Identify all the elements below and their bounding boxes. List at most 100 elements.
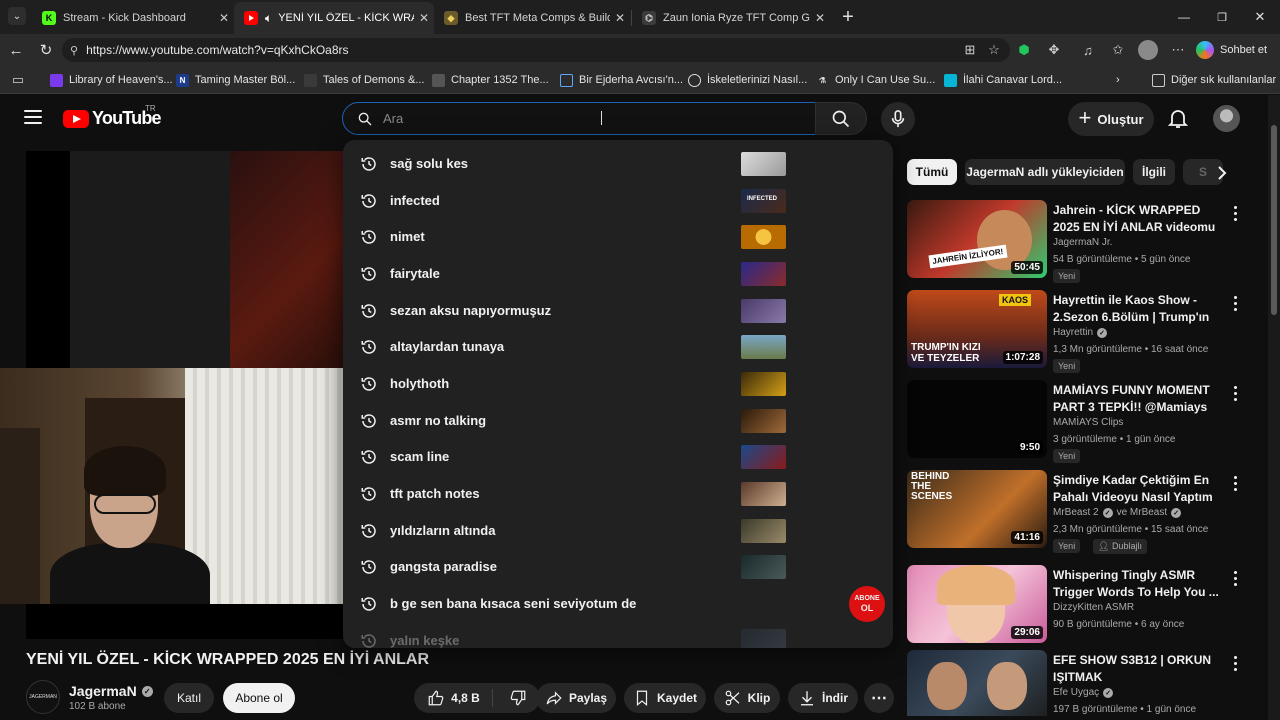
chip-all[interactable]: Tümü xyxy=(907,159,957,185)
recommendation-channel[interactable]: MrBeast 2 ✓ ve MrBeast ✓ xyxy=(1053,507,1185,518)
media-control-icon[interactable]: ♫ xyxy=(1078,40,1098,60)
clip-button[interactable]: Klip xyxy=(714,683,780,713)
page-scrollbar[interactable] xyxy=(1268,95,1280,720)
new-tab-icon[interactable]: + xyxy=(838,6,858,28)
recommendation-channel[interactable]: JagermaN Jr. xyxy=(1053,237,1112,248)
recommendation-item[interactable]: JAHREİN İZLİYOR! 50:45 Jahrein - KİCK WR… xyxy=(907,200,1247,283)
kebab-menu-icon[interactable] xyxy=(1229,384,1241,402)
bookmark-item[interactable]: İlahi Canavar Lord... xyxy=(944,72,1062,88)
tab-youtube-video[interactable]: 🔈︎ YENİ YIL ÖZEL - KİCK WRAPPE ✕ xyxy=(234,2,434,34)
tab-close-icon[interactable]: ✕ xyxy=(214,11,234,25)
subscribe-button[interactable]: Abone ol xyxy=(223,683,295,713)
favorites-icon[interactable]: ✩ xyxy=(1108,40,1128,60)
close-window-icon[interactable]: ✕ xyxy=(1250,7,1270,27)
account-avatar[interactable] xyxy=(1213,105,1240,132)
recommendation-channel[interactable]: Efe Uygaç ✓ xyxy=(1053,687,1117,698)
maximize-icon[interactable]: ❐ xyxy=(1212,7,1232,27)
app-available-icon[interactable]: ⊞ xyxy=(960,40,980,60)
search-input[interactable] xyxy=(383,111,763,126)
suggestion-item[interactable]: asmr no talking xyxy=(343,403,893,439)
collections-icon[interactable]: ▭ xyxy=(8,70,28,90)
subscribe-overlay-badge[interactable]: ABONE OL xyxy=(849,586,885,622)
channel-avatar[interactable]: JAGERMAN xyxy=(26,680,60,714)
extension-shield-icon[interactable]: ⬢ xyxy=(1014,40,1034,60)
bookmark-item[interactable]: Tales of Demons &... xyxy=(304,72,425,88)
extensions-icon[interactable]: ✥ xyxy=(1044,40,1064,60)
suggestion-item[interactable]: yıldızların altında xyxy=(343,513,893,549)
tab-ryze-guide[interactable]: ⌬ Zaun Ionia Ryze TFT Comp Guide ( ✕ xyxy=(632,4,830,32)
bookmark-item[interactable]: Bir Ejderha Avcısı'n... xyxy=(560,72,683,88)
like-button[interactable]: 4,8 B xyxy=(427,689,493,707)
search-button[interactable] xyxy=(815,102,867,135)
kebab-menu-icon[interactable] xyxy=(1229,654,1241,672)
chip-from-uploader[interactable]: JagermaN adlı yükleyiciden xyxy=(965,159,1125,185)
suggestion-item[interactable]: holythoth xyxy=(343,366,893,402)
recommendation-item[interactable]: 29:06 Whispering Tingly ASMR Trigger Wor… xyxy=(907,565,1247,645)
suggestion-item[interactable]: b ge sen bana kısaca seni seviyotum de xyxy=(343,586,893,622)
suggestion-item[interactable]: fairytale xyxy=(343,256,893,292)
chevron-right-icon[interactable] xyxy=(1212,163,1232,183)
suggestion-item[interactable]: gangsta paradise xyxy=(343,549,893,585)
more-menu-icon[interactable]: ⋯ xyxy=(1168,40,1188,60)
video-thumbnail[interactable]: BEHIND THE SCENES 41:16 xyxy=(907,470,1047,548)
kebab-menu-icon[interactable] xyxy=(1229,569,1241,587)
join-button[interactable]: Katıl xyxy=(164,683,214,713)
scrollbar-thumb[interactable] xyxy=(1271,125,1277,315)
tab-kick-dashboard[interactable]: K Stream - Kick Dashboard ✕ xyxy=(32,4,234,32)
bookmark-item[interactable]: Library of Heaven's... xyxy=(50,72,173,88)
video-thumbnail[interactable]: 9:50 xyxy=(907,380,1047,458)
notifications-bell-icon[interactable] xyxy=(1166,106,1190,130)
suggestion-item[interactable]: sağ solu kes xyxy=(343,146,893,182)
kebab-menu-icon[interactable] xyxy=(1229,294,1241,312)
suggestion-item[interactable]: nimet xyxy=(343,219,893,255)
recommendation-item[interactable]: EFE SHOW S3B12 | ORKUN IŞITMAK Efe Uygaç… xyxy=(907,650,1247,716)
dislike-button[interactable] xyxy=(499,689,527,707)
bookmark-item[interactable]: Chapter 1352 The... xyxy=(432,72,549,88)
create-button[interactable]: + Oluştur xyxy=(1068,102,1154,136)
recommendation-channel[interactable]: Hayrettin ✓ xyxy=(1053,327,1111,338)
share-button[interactable]: Paylaş xyxy=(536,683,616,713)
youtube-logo[interactable]: YouTube TR xyxy=(63,104,162,129)
kebab-menu-icon[interactable] xyxy=(1229,474,1241,492)
chip-related[interactable]: İlgili xyxy=(1133,159,1175,185)
menu-icon[interactable] xyxy=(24,110,42,124)
voice-search-button[interactable] xyxy=(881,102,915,136)
suggestion-item[interactable]: yalın keşke xyxy=(343,623,893,648)
site-info-icon[interactable]: ⚲ xyxy=(70,44,78,57)
tab-list-chevron-icon[interactable]: ⌄ xyxy=(8,7,26,25)
save-button[interactable]: Kaydet xyxy=(624,683,706,713)
recommendation-channel[interactable]: MAMİAYS Clips xyxy=(1053,417,1123,428)
tab-close-icon[interactable]: ✕ xyxy=(414,11,434,25)
tab-close-icon[interactable]: ✕ xyxy=(610,11,630,25)
download-button[interactable]: İndir xyxy=(788,683,858,713)
minimize-icon[interactable]: — xyxy=(1174,7,1194,27)
bookmark-item[interactable]: ⚗ Only I Can Use Su... xyxy=(816,72,935,88)
back-icon[interactable]: ← xyxy=(6,40,26,60)
video-thumbnail[interactable]: 29:06 xyxy=(907,565,1047,643)
tab-close-icon[interactable]: ✕ xyxy=(810,11,830,25)
speaker-icon[interactable]: 🔈︎ xyxy=(265,11,272,26)
channel-name[interactable]: JagermaN ✓ xyxy=(69,683,153,699)
recommendation-item[interactable]: BEHIND THE SCENES 41:16 Şimdiye Kadar Çe… xyxy=(907,470,1247,554)
bookmarks-overflow-chevron-icon[interactable]: › xyxy=(1116,72,1120,88)
suggestion-item[interactable]: sezan aksu napıyormuşuz xyxy=(343,293,893,329)
copilot-button[interactable]: Sohbet et xyxy=(1196,39,1276,61)
bookmark-item[interactable]: N Taming Master Böl... xyxy=(176,72,295,88)
tab-tft-meta[interactable]: ◆ Best TFT Meta Comps & Builds - S ✕ xyxy=(434,4,630,32)
profile-icon[interactable] xyxy=(1138,40,1158,60)
recommendation-item[interactable]: 9:50 MAMİAYS FUNNY MOMENT PART 3 TEPKİ!!… xyxy=(907,380,1247,463)
recommendation-item[interactable]: KAOS TRUMP'IN KIZI VE TEYZELER 1:07:28 H… xyxy=(907,290,1247,373)
suggestion-item[interactable]: infected INFECTED xyxy=(343,183,893,219)
recommendation-channel[interactable]: DizzyKitten ASMR xyxy=(1053,602,1134,613)
video-thumbnail[interactable] xyxy=(907,650,1047,716)
video-thumbnail[interactable]: KAOS TRUMP'IN KIZI VE TEYZELER 1:07:28 xyxy=(907,290,1047,368)
suggestion-item[interactable]: altaylardan tunaya xyxy=(343,329,893,365)
bookmark-item[interactable]: İskeletlerinizi Nasıl... xyxy=(688,72,807,88)
suggestion-item[interactable]: scam line xyxy=(343,439,893,475)
suggestion-item[interactable]: tft patch notes xyxy=(343,476,893,512)
favorite-star-icon[interactable]: ☆ xyxy=(984,40,1004,60)
video-thumbnail[interactable]: JAHREİN İZLİYOR! 50:45 xyxy=(907,200,1047,278)
address-bar[interactable]: ⚲ https://www.youtube.com/watch?v=qKxhCk… xyxy=(62,38,1010,62)
other-favorites-folder[interactable]: Diğer sık kullanılanlar xyxy=(1152,72,1276,88)
more-actions-icon[interactable]: ⋯ xyxy=(864,683,894,713)
